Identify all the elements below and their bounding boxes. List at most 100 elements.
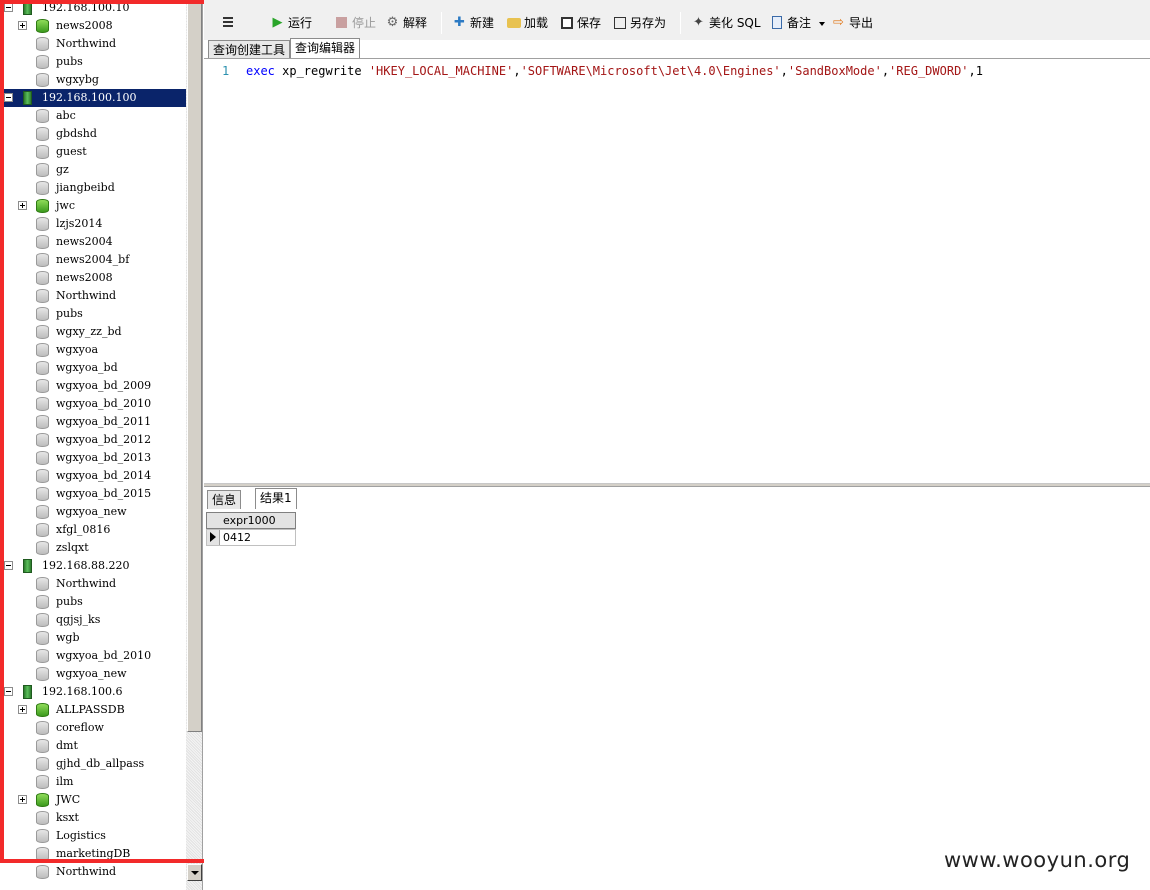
tree-database-node[interactable]: news2004 [0, 233, 186, 251]
tree-database-node[interactable]: news2008 [0, 17, 186, 35]
tab-info[interactable]: 信息 [207, 490, 242, 509]
tree-database-node[interactable]: wgxyoa_bd_2012 [0, 431, 186, 449]
tree-database-node[interactable]: wgxyoa_bd_2009 [0, 377, 186, 395]
collapse-minus-icon[interactable] [4, 3, 13, 12]
export-label: 导出 [849, 16, 874, 30]
tree-database-node[interactable]: wgxyoa [0, 341, 186, 359]
save-as-icon [612, 16, 627, 30]
tree-database-node[interactable]: wgxyoa_new [0, 503, 186, 521]
tree-database-node[interactable]: wgxyoa_bd_2015 [0, 485, 186, 503]
database-icon [36, 649, 49, 663]
sql-arg-data: 1 [975, 64, 983, 78]
tree-database-node[interactable]: wgxybg [0, 71, 186, 89]
tree-database-node[interactable]: Logistics [0, 827, 186, 845]
result-column-header[interactable]: expr1000 [206, 512, 296, 529]
tree-database-node[interactable]: guest [0, 143, 186, 161]
tree-scroll-thumb[interactable] [187, 2, 202, 732]
database-icon [36, 613, 49, 627]
tree-database-node[interactable]: jiangbeibd [0, 179, 186, 197]
tree-node-label: 192.168.100.6 [42, 685, 123, 698]
tree-database-node[interactable]: Northwind [0, 35, 186, 53]
sql-procedure-name: xp_regwrite [274, 64, 369, 78]
tree-database-node[interactable]: wgxyoa_bd_2014 [0, 467, 186, 485]
tree-node-label: wgb [56, 631, 80, 644]
database-icon [36, 361, 49, 375]
tree-node-label: Northwind [56, 289, 117, 302]
menu-icon[interactable] [223, 17, 233, 27]
database-icon [36, 307, 49, 321]
tree-node-label: wgxyoa_new [56, 667, 127, 680]
tree-database-node[interactable]: gjhd_db_allpass [0, 755, 186, 773]
tree-database-node[interactable]: pubs [0, 53, 186, 71]
tree-server-node[interactable]: 192.168.100.100 [0, 89, 186, 107]
tree-database-node[interactable]: lzjs2014 [0, 215, 186, 233]
database-icon [36, 793, 49, 807]
note-dropdown-arrow[interactable] [819, 13, 827, 33]
collapse-minus-icon[interactable] [4, 93, 13, 102]
tab-info-label: 信息 [212, 493, 237, 507]
tab-result-1[interactable]: 结果1 [255, 488, 297, 509]
expand-plus-icon[interactable] [18, 201, 27, 210]
tree-node-label: wgxyoa_bd [56, 361, 118, 374]
tree-database-node[interactable]: xfgl_0816 [0, 521, 186, 539]
tree-database-node[interactable]: wgxyoa_bd_2011 [0, 413, 186, 431]
tree-database-node[interactable]: pubs [0, 593, 186, 611]
database-icon [36, 433, 49, 447]
expand-plus-icon[interactable] [18, 795, 27, 804]
database-icon [36, 541, 49, 555]
tree-node-label: lzjs2014 [56, 217, 103, 230]
tree-node-label: zslqxt [56, 541, 89, 554]
tree-database-node[interactable]: pubs [0, 305, 186, 323]
tree-database-node[interactable]: wgxyoa_bd [0, 359, 186, 377]
tree-scrollbar[interactable] [186, 0, 202, 890]
tree-database-node[interactable]: ilm [0, 773, 186, 791]
line-number: 1 [222, 64, 230, 78]
tree-database-node[interactable]: wgxyoa_bd_2010 [0, 395, 186, 413]
tree-database-node[interactable]: wgxyoa_bd_2013 [0, 449, 186, 467]
tree-server-node[interactable]: 192.168.100.10 [0, 0, 186, 17]
expand-plus-icon[interactable] [18, 21, 27, 30]
tree-database-node[interactable]: qgjsj_ks [0, 611, 186, 629]
tree-database-node[interactable]: wgxy_zz_bd [0, 323, 186, 341]
tree-database-node[interactable]: news2008 [0, 269, 186, 287]
beautify-label: 美化 SQL [709, 16, 761, 30]
tab-query-builder[interactable]: 查询创建工具 [208, 40, 291, 59]
tree-database-node[interactable]: gbdshd [0, 125, 186, 143]
tree-database-node[interactable]: Northwind [0, 575, 186, 593]
tree-database-node[interactable]: news2004_bf [0, 251, 186, 269]
tree-database-node[interactable]: ALLPASSDB [0, 701, 186, 719]
tree-database-node[interactable]: Northwind [0, 863, 186, 881]
sql-code-line[interactable]: exec xp_regwrite 'HKEY_LOCAL_MACHINE','S… [246, 64, 983, 78]
tree-database-node[interactable]: wgxyoa_new [0, 665, 186, 683]
tab-query-editor[interactable]: 查询编辑器 [290, 38, 361, 59]
tree-database-node[interactable]: Northwind [0, 287, 186, 305]
tree-database-node[interactable]: wgb [0, 629, 186, 647]
database-icon [36, 325, 49, 339]
sql-editor[interactable]: 1 exec xp_regwrite 'HKEY_LOCAL_MACHINE',… [204, 58, 1150, 483]
tree-database-node[interactable]: zslqxt [0, 539, 186, 557]
tree-database-node[interactable]: coreflow [0, 719, 186, 737]
database-icon [36, 811, 49, 825]
table-row[interactable]: 0412 [206, 529, 296, 546]
tree-server-node[interactable]: 192.168.88.220 [0, 557, 186, 575]
collapse-minus-icon[interactable] [4, 687, 13, 696]
tree-database-node[interactable]: jwc [0, 197, 186, 215]
tree-database-node[interactable]: abc [0, 107, 186, 125]
tree-database-node[interactable]: ksxt [0, 809, 186, 827]
tree-node-label: JWC [56, 793, 81, 806]
tree-database-node[interactable]: marketingDB [0, 845, 186, 863]
collapse-minus-icon[interactable] [4, 561, 13, 570]
tree-database-node[interactable]: JWC [0, 791, 186, 809]
expand-plus-icon[interactable] [18, 705, 27, 714]
tree-database-node[interactable]: gz [0, 161, 186, 179]
database-icon [36, 55, 49, 69]
tree-database-node[interactable]: dmt [0, 737, 186, 755]
result-cell[interactable]: 0412 [223, 530, 251, 545]
tree-database-node[interactable]: wgxyoa_bd_2010 [0, 647, 186, 665]
database-icon [36, 847, 49, 861]
database-icon [36, 109, 49, 123]
tree-node-label: xfgl_0816 [56, 523, 111, 536]
tree-server-node[interactable]: 192.168.100.6 [0, 683, 186, 701]
tree-scroll-down-button[interactable] [187, 864, 202, 881]
tree-node-label: wgxyoa [56, 343, 99, 356]
